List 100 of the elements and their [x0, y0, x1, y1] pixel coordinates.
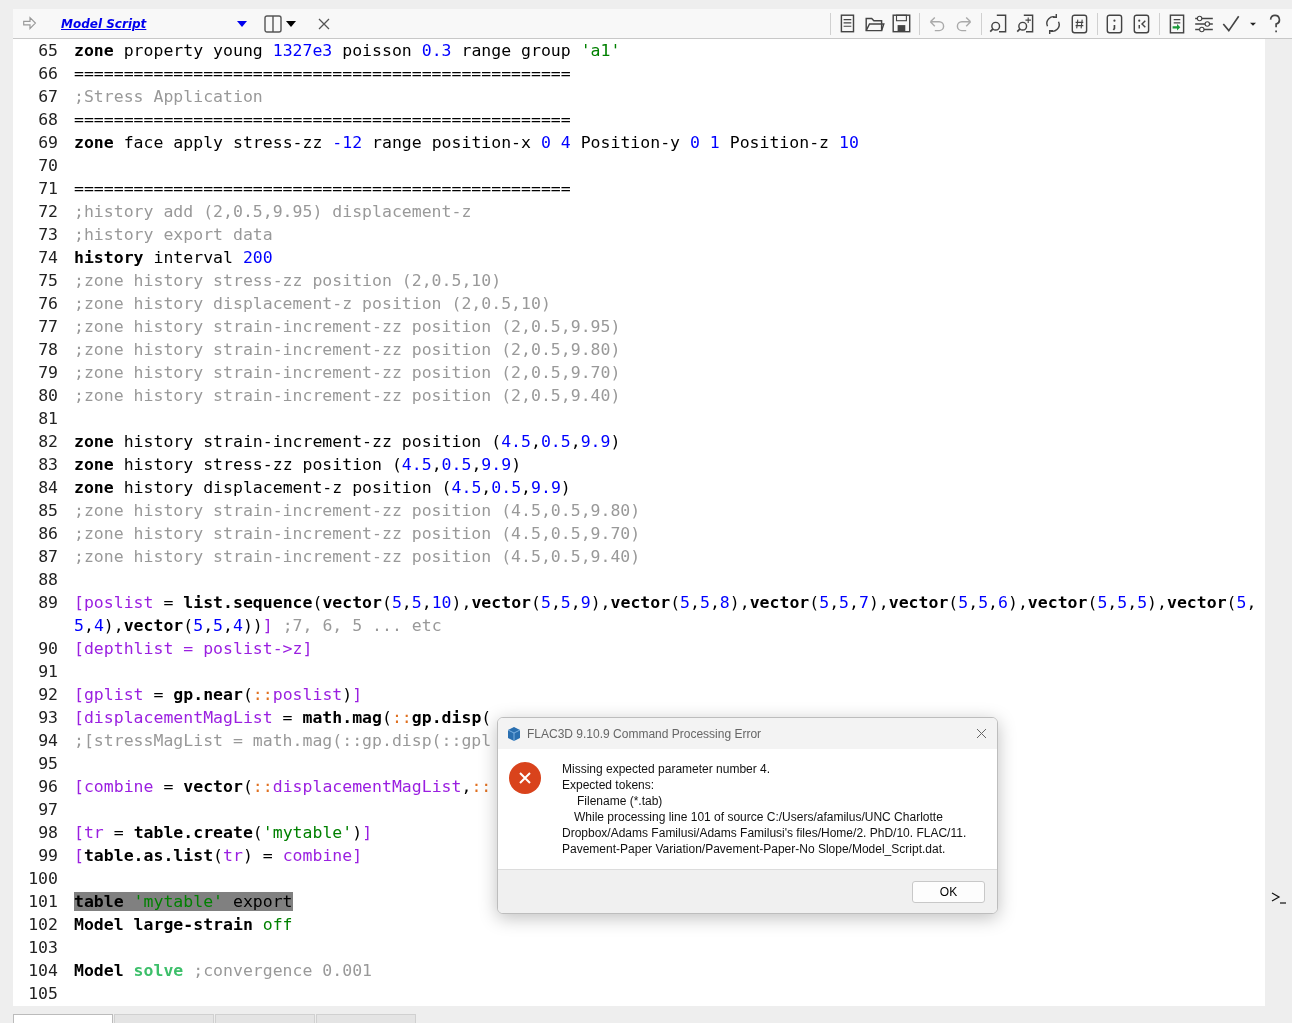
- line-number: 82: [37, 431, 59, 453]
- code-token: ;zone history strain-increment-zz position (2,0.5,9.95): [74, 317, 621, 336]
- code-token: 4: [233, 616, 243, 635]
- line-number: 79: [37, 362, 59, 384]
- code-token: -12: [332, 133, 363, 152]
- code-token: )): [242, 616, 263, 635]
- code-token: ): [560, 478, 571, 497]
- code-token: history strain-increment-zz position (: [122, 432, 502, 451]
- code-token: vector: [123, 616, 184, 635]
- ok-button[interactable]: OK: [912, 880, 985, 903]
- code-token: history displacement-z position (: [122, 478, 452, 497]
- close-icon[interactable]: [976, 728, 987, 739]
- code-token: =: [281, 708, 294, 727]
- code-token: (: [242, 685, 253, 704]
- code-token: ,: [471, 455, 482, 474]
- code-token: vector: [749, 593, 810, 612]
- code-token: history stress-zz position (: [122, 455, 402, 474]
- code-token: ,: [1246, 593, 1257, 612]
- code-token: [: [74, 846, 84, 865]
- code-token: [combine: [74, 777, 154, 796]
- code-token: 9.9: [531, 478, 561, 497]
- code-token: Position-z: [728, 133, 831, 152]
- code-token: poisson: [341, 41, 413, 60]
- line-number: 67: [37, 86, 59, 108]
- code-token: ,: [550, 593, 561, 612]
- line-number: 88: [37, 569, 59, 591]
- close-icon[interactable]: [318, 17, 330, 30]
- line-number: 94: [37, 730, 59, 752]
- code-token: [depthlist = poslist->z]: [74, 639, 313, 658]
- code-token: ==================================================: [74, 110, 571, 129]
- code-token: 5: [819, 593, 830, 612]
- code-token: 'mytable': [133, 892, 223, 911]
- code-token: (: [481, 708, 492, 727]
- code-token: zone: [74, 133, 114, 152]
- code-token: poslist: [272, 685, 343, 704]
- caret-icon[interactable]: [286, 20, 296, 27]
- code-token: ]: [352, 685, 363, 704]
- code-token: vector: [610, 593, 671, 612]
- code-token: 5: [213, 616, 224, 635]
- code-token: ,: [968, 593, 979, 612]
- code-token: 4: [93, 616, 104, 635]
- line-number: 84: [37, 477, 59, 499]
- code-token: 0.5: [491, 478, 522, 497]
- code-token: ,: [531, 432, 541, 451]
- code-token: combine: [282, 846, 353, 865]
- console-icon[interactable]: [1270, 892, 1287, 904]
- code-token: =: [152, 685, 165, 704]
- code-token: ,: [849, 593, 859, 612]
- code-token: 4.5: [401, 455, 432, 474]
- code-token: [poslist: [74, 593, 154, 612]
- line-number: 68: [37, 109, 59, 131]
- script-tab-link[interactable]: Model Script: [61, 16, 201, 31]
- error-icon: [508, 761, 542, 795]
- split-view-icon[interactable]: [264, 14, 282, 33]
- code-token: ==================================================: [74, 64, 571, 83]
- code-token: ;zone history displacement-z position (2,0.5,10): [74, 294, 551, 313]
- line-number: 83: [37, 454, 59, 476]
- code-token: table.create: [133, 823, 253, 842]
- code-token: 0 1: [689, 133, 720, 152]
- code-token: 10: [431, 593, 452, 612]
- code-token: math.mag: [302, 708, 382, 727]
- code-token: displacementMagList: [272, 777, 462, 796]
- code-token: ;convergence 0.001: [192, 961, 373, 980]
- code-token: 0.5: [441, 455, 472, 474]
- line-number: 72: [37, 201, 59, 223]
- code-token: ,: [431, 455, 442, 474]
- code-token: ,: [223, 616, 233, 635]
- code-token: ;zone history strain-increment-zz position (2,0.5,9.70): [74, 363, 621, 382]
- code-token: ): [342, 685, 353, 704]
- code-token: 9.9: [580, 432, 611, 451]
- code-token: 5: [540, 593, 551, 612]
- code-token: 10: [839, 133, 859, 152]
- dropdown-caret-icon[interactable]: [236, 19, 248, 28]
- code-token: 4.5: [501, 432, 531, 451]
- code-token: ;7, 6, 5 ... etc: [281, 616, 442, 635]
- code-token: solve: [133, 961, 184, 980]
- code-token: 0 4: [540, 133, 571, 152]
- code-token: ),: [451, 593, 472, 612]
- save-icon[interactable]: [891, 12, 913, 35]
- code-token: 1327e3: [272, 41, 333, 60]
- code-token: list.sequence: [183, 593, 313, 612]
- code-token: interval: [152, 248, 234, 267]
- code-token: =: [261, 846, 274, 865]
- code-token: [gplist: [74, 685, 144, 704]
- code-token: export: [231, 892, 293, 911]
- code-token: 5: [1117, 593, 1128, 612]
- line-number: 97: [37, 799, 59, 821]
- line-number: 65: [37, 40, 59, 62]
- code-token: 9: [580, 593, 591, 612]
- code-token: ),: [729, 593, 750, 612]
- code-token: (: [213, 846, 223, 865]
- code-token: 200: [242, 248, 273, 267]
- code-token: =: [112, 823, 125, 842]
- code-token: vector: [888, 593, 949, 612]
- code-token: ,: [521, 478, 531, 497]
- code-token: ==================================================: [74, 179, 571, 198]
- arrow-icon[interactable]: [21, 14, 39, 33]
- code-token: vector: [471, 593, 532, 612]
- code-token: ]: [362, 823, 373, 842]
- code-token: [tr: [74, 823, 104, 842]
